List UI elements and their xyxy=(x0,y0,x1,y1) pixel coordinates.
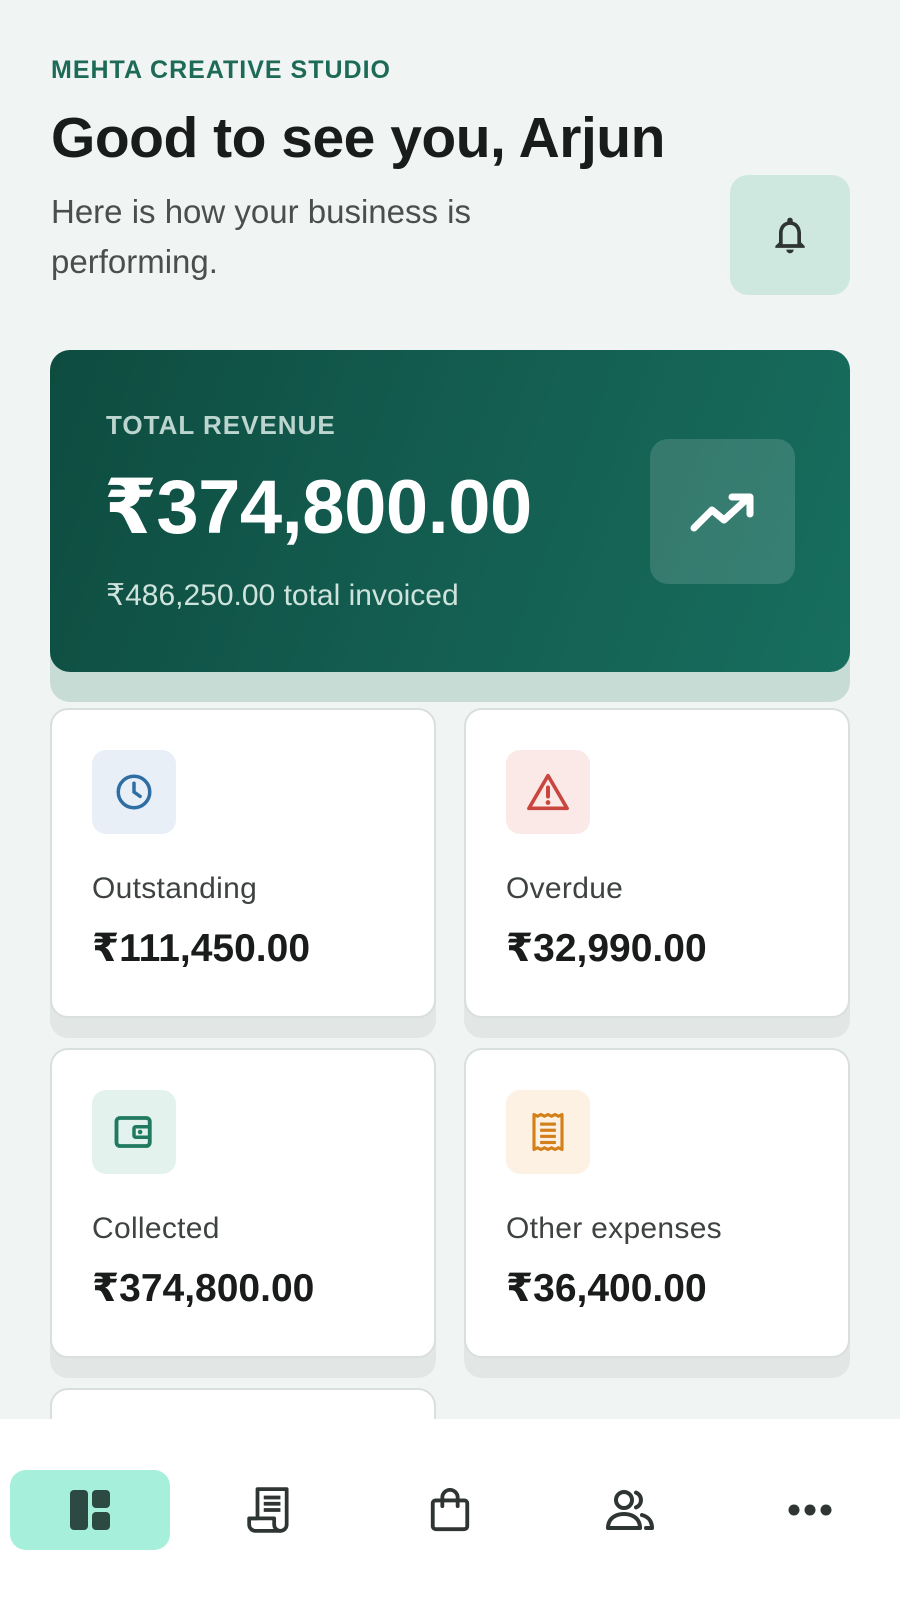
receipt-icon xyxy=(532,1112,564,1152)
stat-label: Collected xyxy=(92,1212,220,1245)
page-subtitle: Here is how your business is performing. xyxy=(51,193,472,280)
stat-card-body: Overdue ₹32,990.00 xyxy=(464,708,850,1018)
people-icon xyxy=(606,1490,654,1530)
stat-card-body: Other expenses ₹36,400.00 xyxy=(464,1048,850,1358)
page-title: Good to see you, Arjun xyxy=(51,106,665,170)
stat-icon-box xyxy=(92,1090,176,1174)
stat-value: ₹374,800.00 xyxy=(92,1267,315,1310)
stat-value: ₹36,400.00 xyxy=(506,1267,707,1310)
revenue-invoiced: ₹486,250.00 total invoiced xyxy=(106,579,459,612)
stat-card-body: Outstanding ₹111,450.00 xyxy=(50,708,436,1018)
total-revenue-card[interactable]: TOTAL REVENUE ₹374,800.00 ₹486,250.00 to… xyxy=(50,350,850,702)
revenue-card-body: TOTAL REVENUE ₹374,800.00 ₹486,250.00 to… xyxy=(50,350,850,672)
company-name: MEHTA CREATIVE STUDIO xyxy=(51,56,391,84)
dashboard-screen: MEHTA CREATIVE STUDIO Good to see you, A… xyxy=(0,0,900,1600)
revenue-label: TOTAL REVENUE xyxy=(106,410,336,440)
stat-icon-box xyxy=(506,750,590,834)
stat-card-other-expenses[interactable]: Other expenses ₹36,400.00 xyxy=(464,1048,850,1378)
stat-icon-box xyxy=(92,750,176,834)
stat-value: ₹32,990.00 xyxy=(506,927,707,970)
stat-label: Overdue xyxy=(506,872,624,905)
more-icon xyxy=(788,1504,832,1516)
bell-icon xyxy=(775,217,805,254)
wallet-icon xyxy=(114,1116,152,1148)
stat-card-body: Collected ₹374,800.00 xyxy=(50,1048,436,1358)
nav-clients[interactable] xyxy=(550,1470,710,1550)
warning-icon xyxy=(527,773,569,811)
invoice-icon xyxy=(247,1487,289,1533)
bottom-navigation xyxy=(0,1419,900,1600)
nav-invoices[interactable] xyxy=(190,1470,350,1550)
clock-icon xyxy=(116,774,152,810)
stat-label: Outstanding xyxy=(92,872,258,905)
stat-card-outstanding[interactable]: Outstanding ₹111,450.00 xyxy=(50,708,436,1038)
notifications-button[interactable] xyxy=(730,175,850,295)
stat-label: Other expenses xyxy=(506,1212,722,1245)
stat-value: ₹111,450.00 xyxy=(92,927,311,970)
nav-purchases[interactable] xyxy=(370,1470,530,1550)
stat-icon-box xyxy=(506,1090,590,1174)
nav-more[interactable] xyxy=(730,1470,890,1550)
dashboard-icon xyxy=(70,1490,110,1530)
nav-dashboard[interactable] xyxy=(10,1470,170,1550)
stat-card-collected[interactable]: Collected ₹374,800.00 xyxy=(50,1048,436,1378)
stat-card-overdue[interactable]: Overdue ₹32,990.00 xyxy=(464,708,850,1038)
trending-up-icon xyxy=(690,493,753,531)
shopping-bag-icon xyxy=(430,1488,470,1532)
trend-badge xyxy=(650,439,795,584)
revenue-amount: ₹374,800.00 xyxy=(104,465,532,550)
